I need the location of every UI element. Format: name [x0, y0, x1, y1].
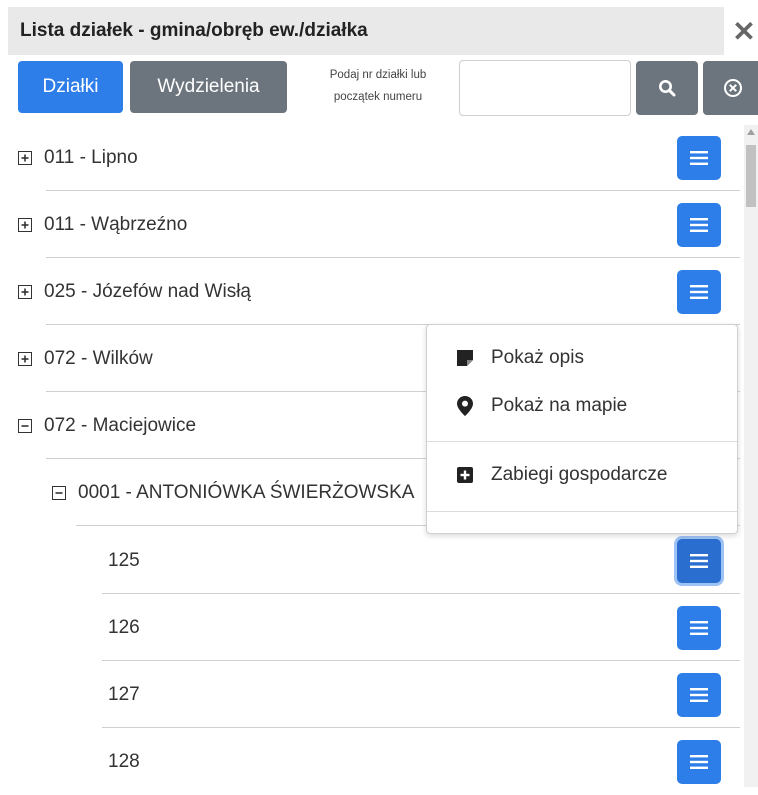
- row-divider: [46, 257, 740, 258]
- row-divider: [102, 727, 740, 728]
- menu-divider: [427, 441, 737, 442]
- row-menu-button[interactable]: [677, 136, 721, 180]
- vertical-scrollbar[interactable]: [744, 125, 758, 787]
- tree-node-label: 072 - Maciejowice: [44, 415, 197, 436]
- expand-plus-icon[interactable]: [18, 285, 32, 299]
- row-divider: [46, 190, 740, 191]
- parcel-number: 128: [108, 751, 140, 772]
- expand-plus-icon[interactable]: [18, 218, 32, 232]
- parcel-number: 125: [108, 550, 140, 571]
- row-menu-button[interactable]: [677, 539, 721, 583]
- tab-wydzielenia[interactable]: Wydzielenia: [130, 61, 287, 113]
- tree-node-label: 0001 - ANTONIÓWKA ŚWIERŻOWSKA: [78, 482, 415, 503]
- tree-node-gmina[interactable]: 025 - Józefów nad Wisłą: [18, 259, 740, 325]
- search-hint-line1: Podaj nr działki lub: [329, 69, 427, 81]
- menu-divider: [427, 511, 737, 512]
- menu-item-label: Pokaż opis: [491, 347, 584, 368]
- tree-node-dzialka[interactable]: 126: [102, 595, 740, 661]
- menu-item-label: Zabiegi gospodarcze: [491, 464, 668, 485]
- menu-item-label: Pokaż na mapie: [491, 395, 628, 416]
- tree-node-label: 025 - Józefów nad Wisłą: [44, 281, 251, 302]
- search-hint: Podaj nr działki lub początek numeru: [303, 64, 453, 108]
- scroll-thumb[interactable]: [746, 145, 756, 207]
- row-divider: [102, 593, 740, 594]
- tree-node-label: 011 - Wąbrzeźno: [44, 214, 188, 235]
- tree-node-gmina[interactable]: 011 - Wąbrzeźno: [18, 192, 740, 258]
- hamburger-icon: [690, 755, 708, 769]
- row-menu-button[interactable]: [677, 606, 721, 650]
- dialog-title: Lista działek - gmina/obręb ew./działka: [8, 7, 724, 55]
- expand-plus-icon[interactable]: [18, 352, 32, 366]
- parcel-number: 127: [108, 684, 140, 705]
- row-menu-button[interactable]: [677, 673, 721, 717]
- expand-plus-icon[interactable]: [18, 151, 32, 165]
- row-menu-button[interactable]: [677, 270, 721, 314]
- tree-node-label: 011 - Lipno: [44, 147, 138, 168]
- dialog-title-text: Lista działek - gmina/obręb ew./działka: [20, 20, 368, 41]
- tree-node-label: 072 - Wilków: [44, 348, 153, 369]
- tree-node-dzialka[interactable]: 127: [102, 662, 740, 728]
- tree-node-dzialka[interactable]: 128: [102, 729, 740, 795]
- hamburger-icon: [690, 688, 708, 702]
- map-marker-icon: [457, 396, 473, 416]
- note-icon: [457, 350, 473, 366]
- menu-item-show-on-map[interactable]: Pokaż na mapie: [457, 395, 627, 417]
- collapse-minus-icon[interactable]: [52, 486, 66, 500]
- tree-node-dzialka[interactable]: 125: [102, 528, 740, 594]
- search-input[interactable]: [459, 60, 631, 116]
- plus-square-icon: [457, 467, 473, 483]
- tree-node-gmina[interactable]: 011 - Lipno: [18, 125, 740, 191]
- close-icon[interactable]: ✕: [731, 15, 757, 49]
- row-context-menu: Pokaż opis Pokaż na mapie Zabiegi gospod…: [426, 324, 738, 534]
- search-icon: [659, 80, 676, 97]
- clear-circle-icon: [724, 79, 742, 97]
- hamburger-icon: [690, 285, 708, 299]
- row-menu-button[interactable]: [677, 203, 721, 247]
- row-menu-button[interactable]: [677, 740, 721, 784]
- scroll-up-icon[interactable]: [747, 129, 755, 135]
- clear-search-button[interactable]: [703, 61, 758, 115]
- search-hint-line2: początek numeru: [333, 91, 423, 103]
- hamburger-icon: [690, 151, 708, 165]
- hamburger-icon: [690, 554, 708, 568]
- menu-item-forest-operations[interactable]: Zabiegi gospodarcze: [457, 464, 667, 486]
- menu-item-show-description[interactable]: Pokaż opis: [457, 347, 584, 369]
- row-divider: [102, 660, 740, 661]
- hamburger-icon: [690, 218, 708, 232]
- search-button[interactable]: [636, 61, 698, 115]
- collapse-minus-icon[interactable]: [18, 419, 32, 433]
- parcel-number: 126: [108, 617, 140, 638]
- tab-dzialki[interactable]: Działki: [18, 61, 123, 113]
- hamburger-icon: [690, 621, 708, 635]
